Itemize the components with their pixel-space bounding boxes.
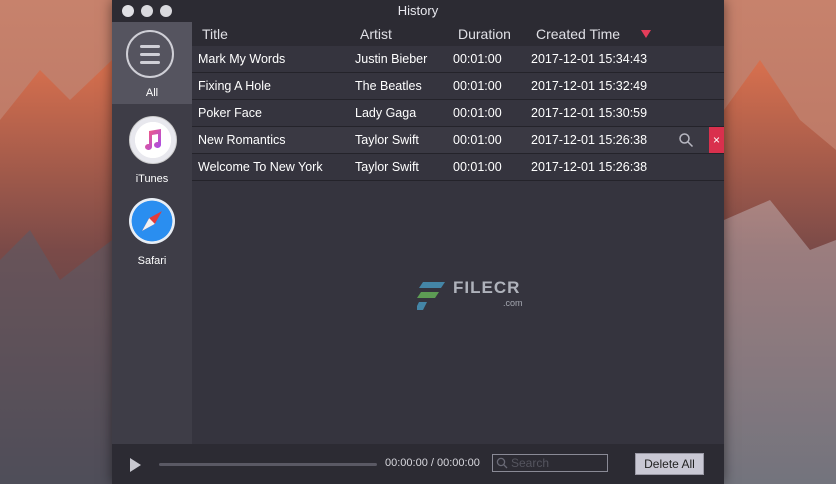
menu-list-icon xyxy=(126,30,174,78)
player-bar: 00:00:00 / 00:00:00 Delete All xyxy=(112,444,724,484)
cell-title: Mark My Words xyxy=(198,52,286,66)
sidebar-item-all[interactable]: All xyxy=(112,22,192,104)
table-header: Title Artist Duration Created Time xyxy=(192,22,724,46)
safari-compass-icon xyxy=(129,198,175,244)
cell-title: Welcome To New York xyxy=(198,160,323,174)
cell-created-time: 2017-12-01 15:26:38 xyxy=(531,133,648,147)
sidebar-item-label: All xyxy=(145,87,159,99)
title-bar: History xyxy=(112,0,724,22)
cell-duration: 00:01:00 xyxy=(453,52,502,66)
cell-duration: 00:01:00 xyxy=(453,160,502,174)
column-header-title[interactable]: Title xyxy=(202,22,228,46)
search-input[interactable] xyxy=(492,454,608,472)
sidebar-item-safari[interactable]: Safari xyxy=(112,190,192,272)
sort-descending-icon[interactable] xyxy=(641,30,651,38)
sidebar-item-label: Safari xyxy=(137,255,167,267)
cell-created-time: 2017-12-01 15:32:49 xyxy=(531,79,648,93)
cell-artist: Taylor Swift xyxy=(355,133,419,147)
sidebar-item-label: iTunes xyxy=(135,173,169,185)
cell-title: New Romantics xyxy=(198,133,286,147)
history-table: Mark My Words Justin Bieber 00:01:00 201… xyxy=(192,46,724,181)
cell-title: Fixing A Hole xyxy=(198,79,271,93)
history-window: History All iTunes Safari Title Artist D… xyxy=(112,0,724,484)
cell-artist: Taylor Swift xyxy=(355,160,419,174)
watermark-logo-icon xyxy=(417,282,445,310)
table-row[interactable]: New Romantics Taylor Swift 00:01:00 2017… xyxy=(192,127,724,154)
minimize-window-button[interactable] xyxy=(141,5,153,17)
table-row[interactable]: Mark My Words Justin Bieber 00:01:00 201… xyxy=(192,46,724,73)
play-icon[interactable] xyxy=(130,458,141,472)
column-header-artist[interactable]: Artist xyxy=(360,22,392,46)
cell-duration: 00:01:00 xyxy=(453,106,502,120)
cell-created-time: 2017-12-01 15:34:43 xyxy=(531,52,648,66)
cell-duration: 00:01:00 xyxy=(453,79,502,93)
watermark-text: FILECR xyxy=(453,278,521,297)
column-header-created-time[interactable]: Created Time xyxy=(536,22,620,46)
cell-artist: Justin Bieber xyxy=(355,52,428,66)
cell-artist: The Beatles xyxy=(355,79,422,93)
delete-row-button[interactable]: × xyxy=(709,127,724,153)
progress-slider[interactable] xyxy=(159,463,377,466)
close-window-button[interactable] xyxy=(122,5,134,17)
search-icon xyxy=(496,457,508,469)
cell-created-time: 2017-12-01 15:30:59 xyxy=(531,106,648,120)
table-row[interactable]: Fixing A Hole The Beatles 00:01:00 2017-… xyxy=(192,73,724,100)
cell-title: Poker Face xyxy=(198,106,262,120)
zoom-window-button[interactable] xyxy=(160,5,172,17)
itunes-icon xyxy=(129,116,177,164)
cell-artist: Lady Gaga xyxy=(355,106,417,120)
delete-all-button[interactable]: Delete All xyxy=(635,453,704,475)
playback-time: 00:00:00 / 00:00:00 xyxy=(385,457,480,469)
cell-duration: 00:01:00 xyxy=(453,133,502,147)
search-icon[interactable] xyxy=(678,132,694,148)
watermark-subtext: .com xyxy=(503,298,523,308)
column-header-duration[interactable]: Duration xyxy=(458,22,511,46)
table-row[interactable]: Poker Face Lady Gaga 00:01:00 2017-12-01… xyxy=(192,100,724,127)
sidebar: All iTunes Safari xyxy=(112,22,192,444)
sidebar-item-itunes[interactable]: iTunes xyxy=(112,108,192,190)
window-title: History xyxy=(397,3,439,18)
table-row[interactable]: Welcome To New York Taylor Swift 00:01:0… xyxy=(192,154,724,181)
cell-created-time: 2017-12-01 15:26:38 xyxy=(531,160,648,174)
